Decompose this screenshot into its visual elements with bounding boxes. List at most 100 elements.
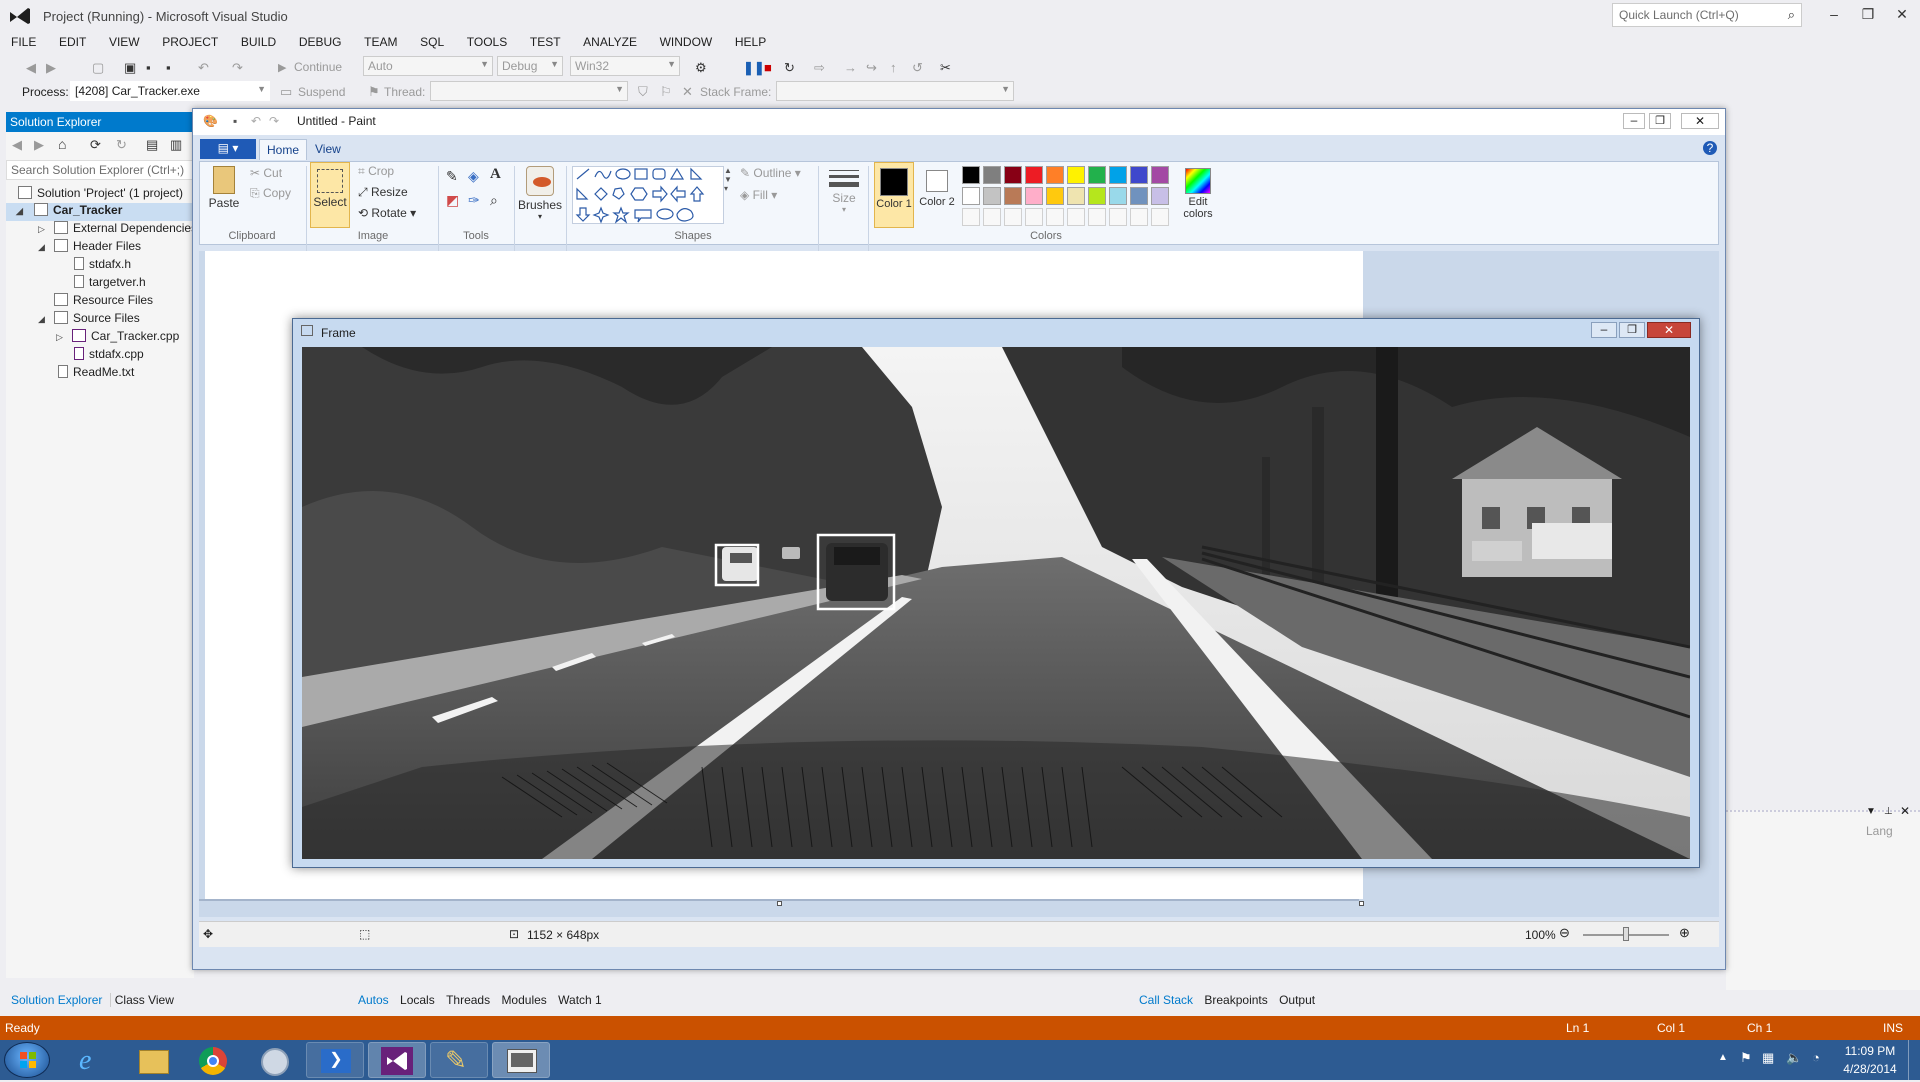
tree-item-resource-files[interactable]: Resource Files [54,293,153,311]
color-swatch[interactable] [962,187,980,205]
tab-view[interactable]: View [315,142,341,156]
tree-item-stdafx-cpp[interactable]: stdafx.cpp [74,347,144,365]
resize-handle[interactable] [777,901,782,906]
outline-button[interactable]: ✎ Outline ▾ [740,166,801,180]
quick-launch-input[interactable]: Quick Launch (Ctrl+Q) ⌕ [1612,3,1802,27]
zoom-out-icon[interactable]: ⊖ [1559,925,1570,941]
network-icon[interactable]: ▦ [1762,1050,1774,1066]
step-out-icon[interactable]: ↑ [890,60,897,75]
show-all-files-icon[interactable]: ▥ [170,137,182,153]
color-swatch[interactable] [1088,187,1106,205]
tab-watch1[interactable]: Watch 1 [558,993,602,1007]
close-icon[interactable]: ✕ [1647,322,1691,338]
hex-display-icon[interactable]: ✂ [940,60,951,76]
taskbar-chrome[interactable] [184,1042,242,1078]
taskbar-ie[interactable]: e [62,1042,120,1078]
menu-edit[interactable]: EDIT [59,32,86,49]
color-swatch[interactable] [1004,208,1022,226]
edit-colors-button[interactable]: Edit colors [1178,162,1218,220]
tree-item-header-files[interactable]: ◢ Header Files [36,239,141,257]
taskbar-app[interactable] [246,1042,304,1078]
tab-locals[interactable]: Locals [400,993,435,1007]
fill-bucket-icon[interactable]: ◈ [468,168,479,185]
minimize-icon[interactable]: – [1591,322,1617,338]
restore-icon[interactable]: ❐ [1649,113,1671,129]
tab-breakpoints[interactable]: Breakpoints [1204,993,1267,1007]
copy-button[interactable]: ⎘ Copy [250,186,291,201]
shapes-scroll[interactable]: ▲ ▼ ▾ [724,166,734,224]
open-icon[interactable]: ▣ [124,60,136,76]
tree-item-readme[interactable]: ReadMe.txt [58,365,134,383]
notification-icon[interactable]: ◔ [1812,1050,1820,1065]
crop-button[interactable]: ⌗ Crop [358,164,394,179]
brushes-button[interactable]: Brushes ▾ [518,164,562,221]
maximize-icon[interactable]: ❐ [1619,322,1645,338]
tab-class-view[interactable]: Class View [109,993,174,1007]
restart-icon[interactable]: ↻ [784,60,795,76]
color-swatch[interactable] [1151,166,1169,184]
stop-debugging-icon[interactable]: ■ [764,60,772,75]
paint-file-menu-button[interactable]: ▤ ▾ [200,139,256,159]
collapsed-arrow-icon[interactable]: ▷ [38,224,45,235]
forward-icon[interactable]: ▶ [46,60,56,76]
menu-project[interactable]: PROJECT [162,32,218,49]
platform-combo[interactable]: Win32 ▼ [570,56,680,76]
minimize-icon[interactable]: – [1623,113,1645,129]
menu-sql[interactable]: SQL [420,32,444,49]
tab-home[interactable]: Home [259,139,307,160]
color-swatch[interactable] [1025,208,1043,226]
quick-undo-icon[interactable]: ↶ [251,114,261,128]
volume-icon[interactable]: 🔈 [1786,1050,1802,1066]
color-swatch[interactable] [1109,208,1127,226]
resize-handle[interactable] [1359,901,1364,906]
new-project-icon[interactable]: ▢ [92,60,104,76]
size-button[interactable]: Size ▾ [824,166,864,214]
color-swatch[interactable] [1046,166,1064,184]
continue-icon[interactable]: ▶ [278,61,286,74]
menu-file[interactable]: FILE [11,32,36,49]
continue-button[interactable]: Continue [294,60,342,74]
select-button[interactable]: Select [310,162,350,228]
step-over-icon[interactable]: ↪ [866,60,877,76]
color-swatch[interactable] [1025,187,1043,205]
back-icon[interactable]: ◀ [12,137,22,153]
tab-threads[interactable]: Threads [446,993,490,1007]
eraser-icon[interactable]: ◩ [446,192,459,209]
color2-button[interactable]: Color 2 [918,162,956,228]
paste-button[interactable]: Paste [206,164,242,210]
color-swatch[interactable] [1088,208,1106,226]
save-all-icon[interactable]: ▪ [166,60,171,75]
suspend-icon[interactable]: ▭ [280,84,292,100]
tree-item-targetver-h[interactable]: targetver.h [74,275,146,293]
color-swatch[interactable] [1004,187,1022,205]
color1-button[interactable]: Color 1 [874,162,914,228]
tab-call-stack[interactable]: Call Stack [1139,993,1193,1007]
tree-item-stdafx-h[interactable]: stdafx.h [74,257,131,275]
action-center-flag-icon[interactable]: ⚑ [1740,1050,1752,1066]
color-swatch[interactable] [1088,166,1106,184]
menu-build[interactable]: BUILD [241,32,276,49]
color-swatch[interactable] [1130,166,1148,184]
restore-icon[interactable]: ❐ [1858,6,1878,23]
process-combo[interactable]: [4208] Car_Tracker.exe ▼ [70,81,270,101]
color-swatch[interactable] [1046,208,1064,226]
color-swatch[interactable] [1109,187,1127,205]
shapes-gallery[interactable] [572,166,724,224]
resize-button[interactable]: ⤢ Resize [358,185,408,200]
filter-icon[interactable]: ⛉ [638,84,648,100]
pencil-icon[interactable]: ✎ [446,168,458,185]
refresh-icon[interactable]: ↻ [116,137,127,153]
expanded-arrow-icon[interactable]: ◢ [38,314,45,325]
color-swatch[interactable] [983,187,1001,205]
show-next-statement-icon[interactable]: ⇨ [814,60,825,76]
sync-icon[interactable]: ⟳ [90,137,101,153]
clock-date[interactable]: 4/28/2014 [1842,1062,1898,1076]
collapsed-arrow-icon[interactable]: ▷ [56,332,63,343]
taskbar-powershell[interactable]: ❯ [306,1042,364,1078]
quick-redo-icon[interactable]: ↷ [269,114,279,128]
text-tool-icon[interactable]: A [490,166,501,183]
minimize-icon[interactable]: – [1824,6,1844,22]
flag-icon[interactable]: ⚐ [660,84,672,100]
color-swatch[interactable] [1046,187,1064,205]
thread-combo[interactable]: ▼ [430,81,628,101]
